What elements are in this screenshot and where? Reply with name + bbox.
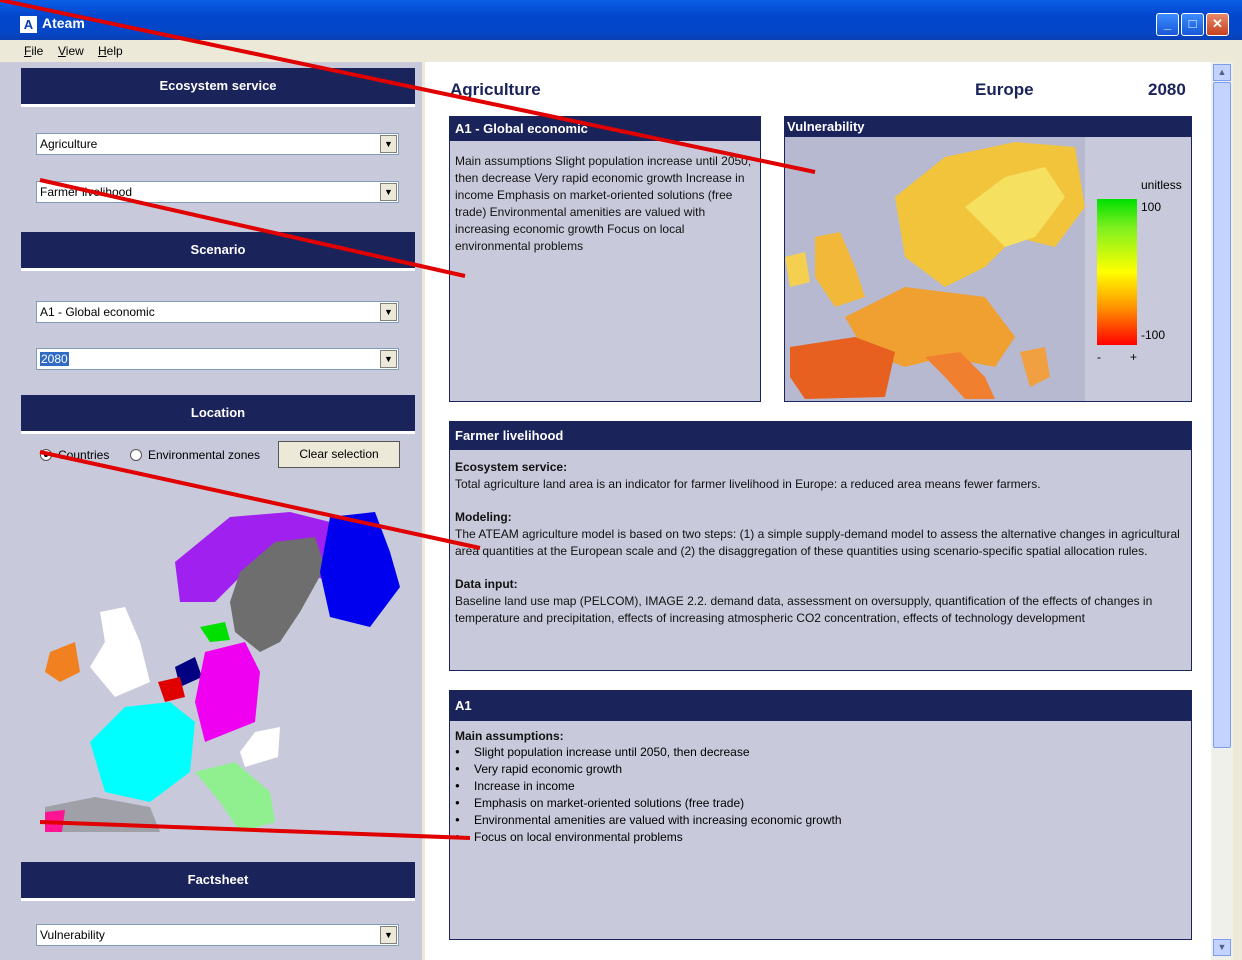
list-item: Environmental amenities are valued with … <box>455 813 842 827</box>
vertical-scrollbar[interactable]: ▲ ▼ <box>1211 62 1233 960</box>
menu-file[interactable]: File <box>24 44 43 58</box>
data-input-text: Baseline land use map (PELCOM), IMAGE 2.… <box>455 594 1153 625</box>
vulnerability-panel-title: Vulnerability <box>785 117 1191 137</box>
map-region-finland[interactable] <box>320 512 400 627</box>
list-item: Very rapid economic growth <box>455 762 622 776</box>
chevron-down-icon[interactable]: ▼ <box>380 350 397 368</box>
legend-min: -100 <box>1141 328 1166 342</box>
scroll-down-arrow-icon[interactable]: ▼ <box>1213 939 1231 956</box>
title-bar: A Ateam _ □ ✕ <box>0 0 1242 40</box>
ecosystem-service-text: Total agriculture land area is an indica… <box>455 477 1041 491</box>
scroll-up-arrow-icon[interactable]: ▲ <box>1213 64 1231 81</box>
ecosystem-select-value: Agriculture <box>40 137 98 151</box>
map-region-austria[interactable] <box>240 727 280 767</box>
data-input-heading: Data input: <box>455 577 518 591</box>
map-region-ireland[interactable] <box>45 642 80 682</box>
list-item: Emphasis on market-oriented solutions (f… <box>455 796 744 810</box>
farmer-livelihood-panel: Farmer livelihood Ecosystem service: Tot… <box>449 421 1192 671</box>
vulnerability-map <box>785 137 1085 401</box>
service-panel-body: Ecosystem service: Total agriculture lan… <box>455 459 1185 627</box>
menu-view[interactable]: View <box>58 44 84 58</box>
factsheet-select-value: Vulnerability <box>40 928 105 942</box>
country-selection-map[interactable] <box>30 492 410 832</box>
scenario-panel-title: A1 - Global economic <box>450 117 760 141</box>
ecosystem-service-header: Ecosystem service <box>21 68 415 107</box>
main-assumptions-heading: Main assumptions: <box>455 729 564 743</box>
a1-panel-title: A1 <box>450 691 1191 721</box>
region-label: Europe <box>975 80 1034 99</box>
modeling-heading: Modeling: <box>455 510 512 524</box>
ecosystem-select[interactable]: Agriculture ▼ <box>36 133 399 155</box>
scenario-select[interactable]: A1 - Global economic ▼ <box>36 301 399 323</box>
close-button[interactable]: ✕ <box>1206 13 1229 36</box>
scenario-header: Scenario <box>21 232 415 271</box>
list-item: Focus on local environmental problems <box>455 830 683 844</box>
minimize-button[interactable]: _ <box>1156 13 1179 36</box>
window-title: Ateam <box>42 15 85 31</box>
countries-label: Countries <box>58 448 110 462</box>
map-region-italy[interactable] <box>195 762 275 832</box>
factsheet-select[interactable]: Vulnerability ▼ <box>36 924 399 946</box>
list-item: Increase in income <box>455 779 575 793</box>
environmental-zones-radio[interactable] <box>130 449 142 461</box>
legend-minus: - <box>1097 350 1101 364</box>
menu-help[interactable]: Help <box>98 44 123 58</box>
list-item: Slight population increase until 2050, t… <box>455 745 750 759</box>
scenario-panel-text: Main assumptions Slight population incre… <box>455 154 752 253</box>
service-panel-title: Farmer livelihood <box>450 422 1191 450</box>
scenario-select-value: A1 - Global economic <box>40 305 155 319</box>
countries-radio[interactable] <box>40 449 52 461</box>
service-select-value: Farmer livelihood <box>40 185 133 199</box>
location-header: Location <box>21 395 415 434</box>
chevron-down-icon[interactable]: ▼ <box>380 135 397 153</box>
map-region-portugal[interactable] <box>45 810 65 832</box>
factsheet-header: Factsheet <box>21 862 415 901</box>
chevron-down-icon[interactable]: ▼ <box>380 303 397 321</box>
scenario-panel: A1 - Global economic Main assumptions Sl… <box>449 116 761 402</box>
menu-bar: File View Help <box>0 40 1242 62</box>
service-select[interactable]: Farmer livelihood ▼ <box>36 181 399 203</box>
app-icon: A <box>20 16 37 33</box>
clear-selection-button[interactable]: Clear selection <box>278 441 400 468</box>
legend-max: 100 <box>1141 200 1162 214</box>
scrollbar-thumb[interactable] <box>1213 82 1231 748</box>
legend-unit: unitless <box>1141 178 1182 192</box>
left-panel: Ecosystem service Agriculture ▼ Farmer l… <box>0 62 422 960</box>
chevron-down-icon[interactable]: ▼ <box>380 926 397 944</box>
ecosystem-service-heading: Ecosystem service: <box>455 460 568 474</box>
legend-plus: + <box>1130 350 1138 364</box>
map-region-france[interactable] <box>90 702 195 802</box>
year-label: 2080 <box>1148 80 1186 99</box>
year-select[interactable]: 2080 ▼ <box>36 348 399 370</box>
maximize-button[interactable]: □ <box>1181 13 1204 36</box>
page-title: Agriculture <box>450 80 541 99</box>
vulnerability-map-panel: Vulnerability unitless 100 -100 - + <box>784 116 1192 402</box>
map-region-uk[interactable] <box>90 607 150 697</box>
modeling-text: The ATEAM agriculture model is based on … <box>455 527 1180 558</box>
map-region-germany[interactable] <box>195 642 260 742</box>
a1-panel: A1 Main assumptions: Slight population i… <box>449 690 1192 940</box>
environmental-zones-label: Environmental zones <box>148 448 261 462</box>
year-select-value: 2080 <box>40 352 69 366</box>
content-area: Agriculture Europe 2080 A1 - Global econ… <box>425 62 1211 960</box>
legend-color-bar <box>1097 199 1137 345</box>
chevron-down-icon[interactable]: ▼ <box>380 183 397 201</box>
map-region-denmark[interactable] <box>200 622 230 642</box>
